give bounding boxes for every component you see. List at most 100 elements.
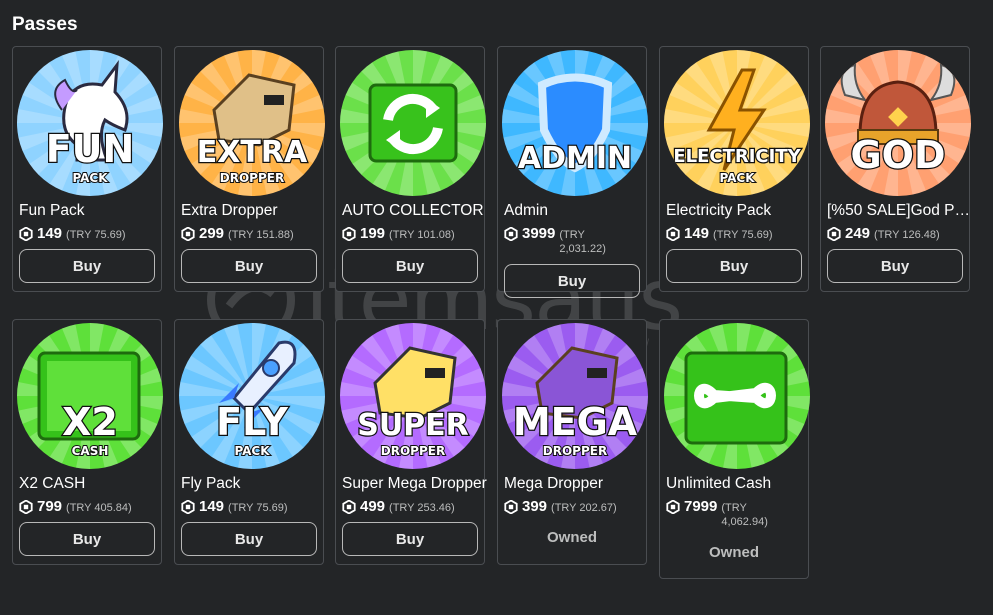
pass-card[interactable]: EXTRA DROPPER Extra Dropper 299 (TRY 151.…: [174, 46, 327, 292]
robux-amount: 399: [522, 498, 548, 515]
buy-button[interactable]: Buy: [19, 249, 155, 283]
pass-name[interactable]: Extra Dropper: [181, 202, 327, 220]
pass-price: 299 (TRY 151.88): [181, 225, 331, 242]
try-price: (TRY 253.46): [389, 502, 455, 514]
rocket-icon: FLYPACK: [179, 323, 325, 469]
pass-price: 149 (TRY 75.69): [19, 225, 169, 242]
pass-card[interactable]: GOD [%50 SALE]God Pack 249 (TRY 126.48) …: [820, 46, 973, 292]
art-label: MEGA: [513, 400, 638, 444]
art-label: FUN: [46, 127, 135, 171]
pass-name[interactable]: Fun Pack: [19, 202, 165, 220]
pass-card[interactable]: MEGA DROPPER Mega Dropper 399 (TRY 202.67…: [497, 319, 650, 565]
try-price: (TRY 126.48): [874, 229, 940, 241]
section-title: Passes: [12, 14, 78, 35]
robux-amount: 199: [360, 225, 386, 242]
pass-card[interactable]: AUTO COLLECTOR 199 (TRY 101.08) Buy: [335, 46, 488, 292]
art-label: ADMIN: [518, 141, 632, 176]
pass-price: 249 (TRY 126.48): [827, 225, 977, 242]
buy-button[interactable]: Buy: [181, 249, 317, 283]
pass-name[interactable]: X2 CASH: [19, 475, 165, 493]
pass-card[interactable]: Unlimited Cash 7999 (TRY 4,062.94) Owned: [659, 319, 812, 579]
robux-icon: [666, 500, 680, 514]
robux-icon: [504, 500, 518, 514]
pass-image[interactable]: FUN PACK: [17, 50, 163, 196]
dropper-icon: MEGADROPPER: [502, 323, 648, 469]
pass-name[interactable]: Fly Pack: [181, 475, 327, 493]
robux-amount: 7999: [684, 498, 718, 515]
try-price: (TRY 4,062.94): [721, 502, 768, 528]
pass-card[interactable]: ADMIN Admin 3999 (TRY 2,031.22) Buy: [497, 46, 650, 298]
try-price: (TRY 405.84): [66, 502, 132, 514]
robux-icon: [342, 227, 356, 241]
owned-label: Owned: [546, 529, 597, 546]
buy-button[interactable]: Buy: [19, 522, 155, 556]
robux-icon: [504, 227, 518, 241]
try-price: (TRY 101.08): [389, 229, 455, 241]
pass-image[interactable]: EXTRA DROPPER: [179, 50, 325, 196]
pass-name[interactable]: [%50 SALE]God Pack: [827, 202, 973, 220]
pass-name[interactable]: Super Mega Dropper: [342, 475, 488, 493]
pass-image[interactable]: [340, 50, 486, 196]
pass-card[interactable]: SUPER DROPPER Super Mega Dropper 499 (TRY…: [335, 319, 488, 565]
pass-name[interactable]: Mega Dropper: [504, 475, 650, 493]
rainbow-dropper-icon: SUPERDROPPER: [340, 323, 486, 469]
robux-icon: [19, 500, 33, 514]
robux-amount: 299: [199, 225, 225, 242]
robux-icon: [181, 500, 195, 514]
buy-button[interactable]: Buy: [827, 249, 963, 283]
pass-name[interactable]: Unlimited Cash: [666, 475, 812, 493]
pass-image[interactable]: FLY PACK: [179, 323, 325, 469]
infinity-icon: [664, 323, 810, 469]
buy-button[interactable]: Buy: [504, 264, 640, 298]
pass-name[interactable]: Admin: [504, 202, 650, 220]
pass-price: 399 (TRY 202.67): [504, 498, 654, 515]
buy-button[interactable]: Buy: [342, 522, 478, 556]
try-price: (TRY 75.69): [713, 229, 773, 241]
art-label: X2: [62, 400, 118, 444]
pass-card[interactable]: FLY PACK Fly Pack 149 (TRY 75.69) Buy: [174, 319, 327, 565]
try-price: (TRY 151.88): [228, 229, 294, 241]
robux-icon: [827, 227, 841, 241]
art-sublabel: PACK: [719, 171, 755, 185]
pass-card[interactable]: X2 CASH X2 CASH 799 (TRY 405.84) Buy: [12, 319, 165, 565]
pass-card[interactable]: ELECTRICITY PACK Electricity Pack 149 (TR…: [659, 46, 812, 292]
art-label: GOD: [850, 133, 945, 177]
robux-amount: 3999: [522, 225, 556, 242]
pass-image[interactable]: GOD: [825, 50, 971, 196]
art-label: ELECTRICITY: [673, 146, 801, 167]
robux-icon: [666, 227, 680, 241]
dropper-icon: EXTRADROPPER: [179, 50, 325, 196]
cycle-icon: [340, 50, 486, 196]
cash-icon: X2CASH: [17, 323, 163, 469]
pass-price: 149 (TRY 75.69): [181, 498, 331, 515]
robux-icon: [181, 227, 195, 241]
buy-button[interactable]: Buy: [342, 249, 478, 283]
robux-amount: 149: [684, 225, 710, 242]
art-label: FLY: [216, 400, 288, 444]
art-label: EXTRA: [197, 135, 308, 170]
pass-price: 799 (TRY 405.84): [19, 498, 169, 515]
pass-image[interactable]: ADMIN: [502, 50, 648, 196]
robux-icon: [342, 500, 356, 514]
unicorn-icon: FUNPACK: [17, 50, 163, 196]
buy-button[interactable]: Buy: [666, 249, 802, 283]
pass-image[interactable]: SUPER DROPPER: [340, 323, 486, 469]
pass-image[interactable]: MEGA DROPPER: [502, 323, 648, 469]
pass-card[interactable]: FUN PACK Fun Pack 149 (TRY 75.69) Buy: [12, 46, 165, 292]
robux-amount: 149: [199, 498, 225, 515]
robux-icon: [19, 227, 33, 241]
pass-image[interactable]: [664, 323, 810, 469]
pass-image[interactable]: X2 CASH: [17, 323, 163, 469]
art-sublabel: DROPPER: [381, 444, 445, 458]
shield-icon: ADMIN: [502, 50, 648, 196]
art-sublabel: PACK: [234, 444, 270, 458]
viking-helmet-icon: GOD: [825, 50, 971, 196]
buy-button[interactable]: Buy: [181, 522, 317, 556]
art-label: SUPER: [357, 408, 469, 443]
pass-name[interactable]: AUTO COLLECTOR: [342, 202, 488, 220]
pass-name[interactable]: Electricity Pack: [666, 202, 812, 220]
pass-image[interactable]: ELECTRICITY PACK: [664, 50, 810, 196]
pass-price: 149 (TRY 75.69): [666, 225, 816, 242]
pass-price: 499 (TRY 253.46): [342, 498, 492, 515]
try-price: (TRY 75.69): [228, 502, 288, 514]
